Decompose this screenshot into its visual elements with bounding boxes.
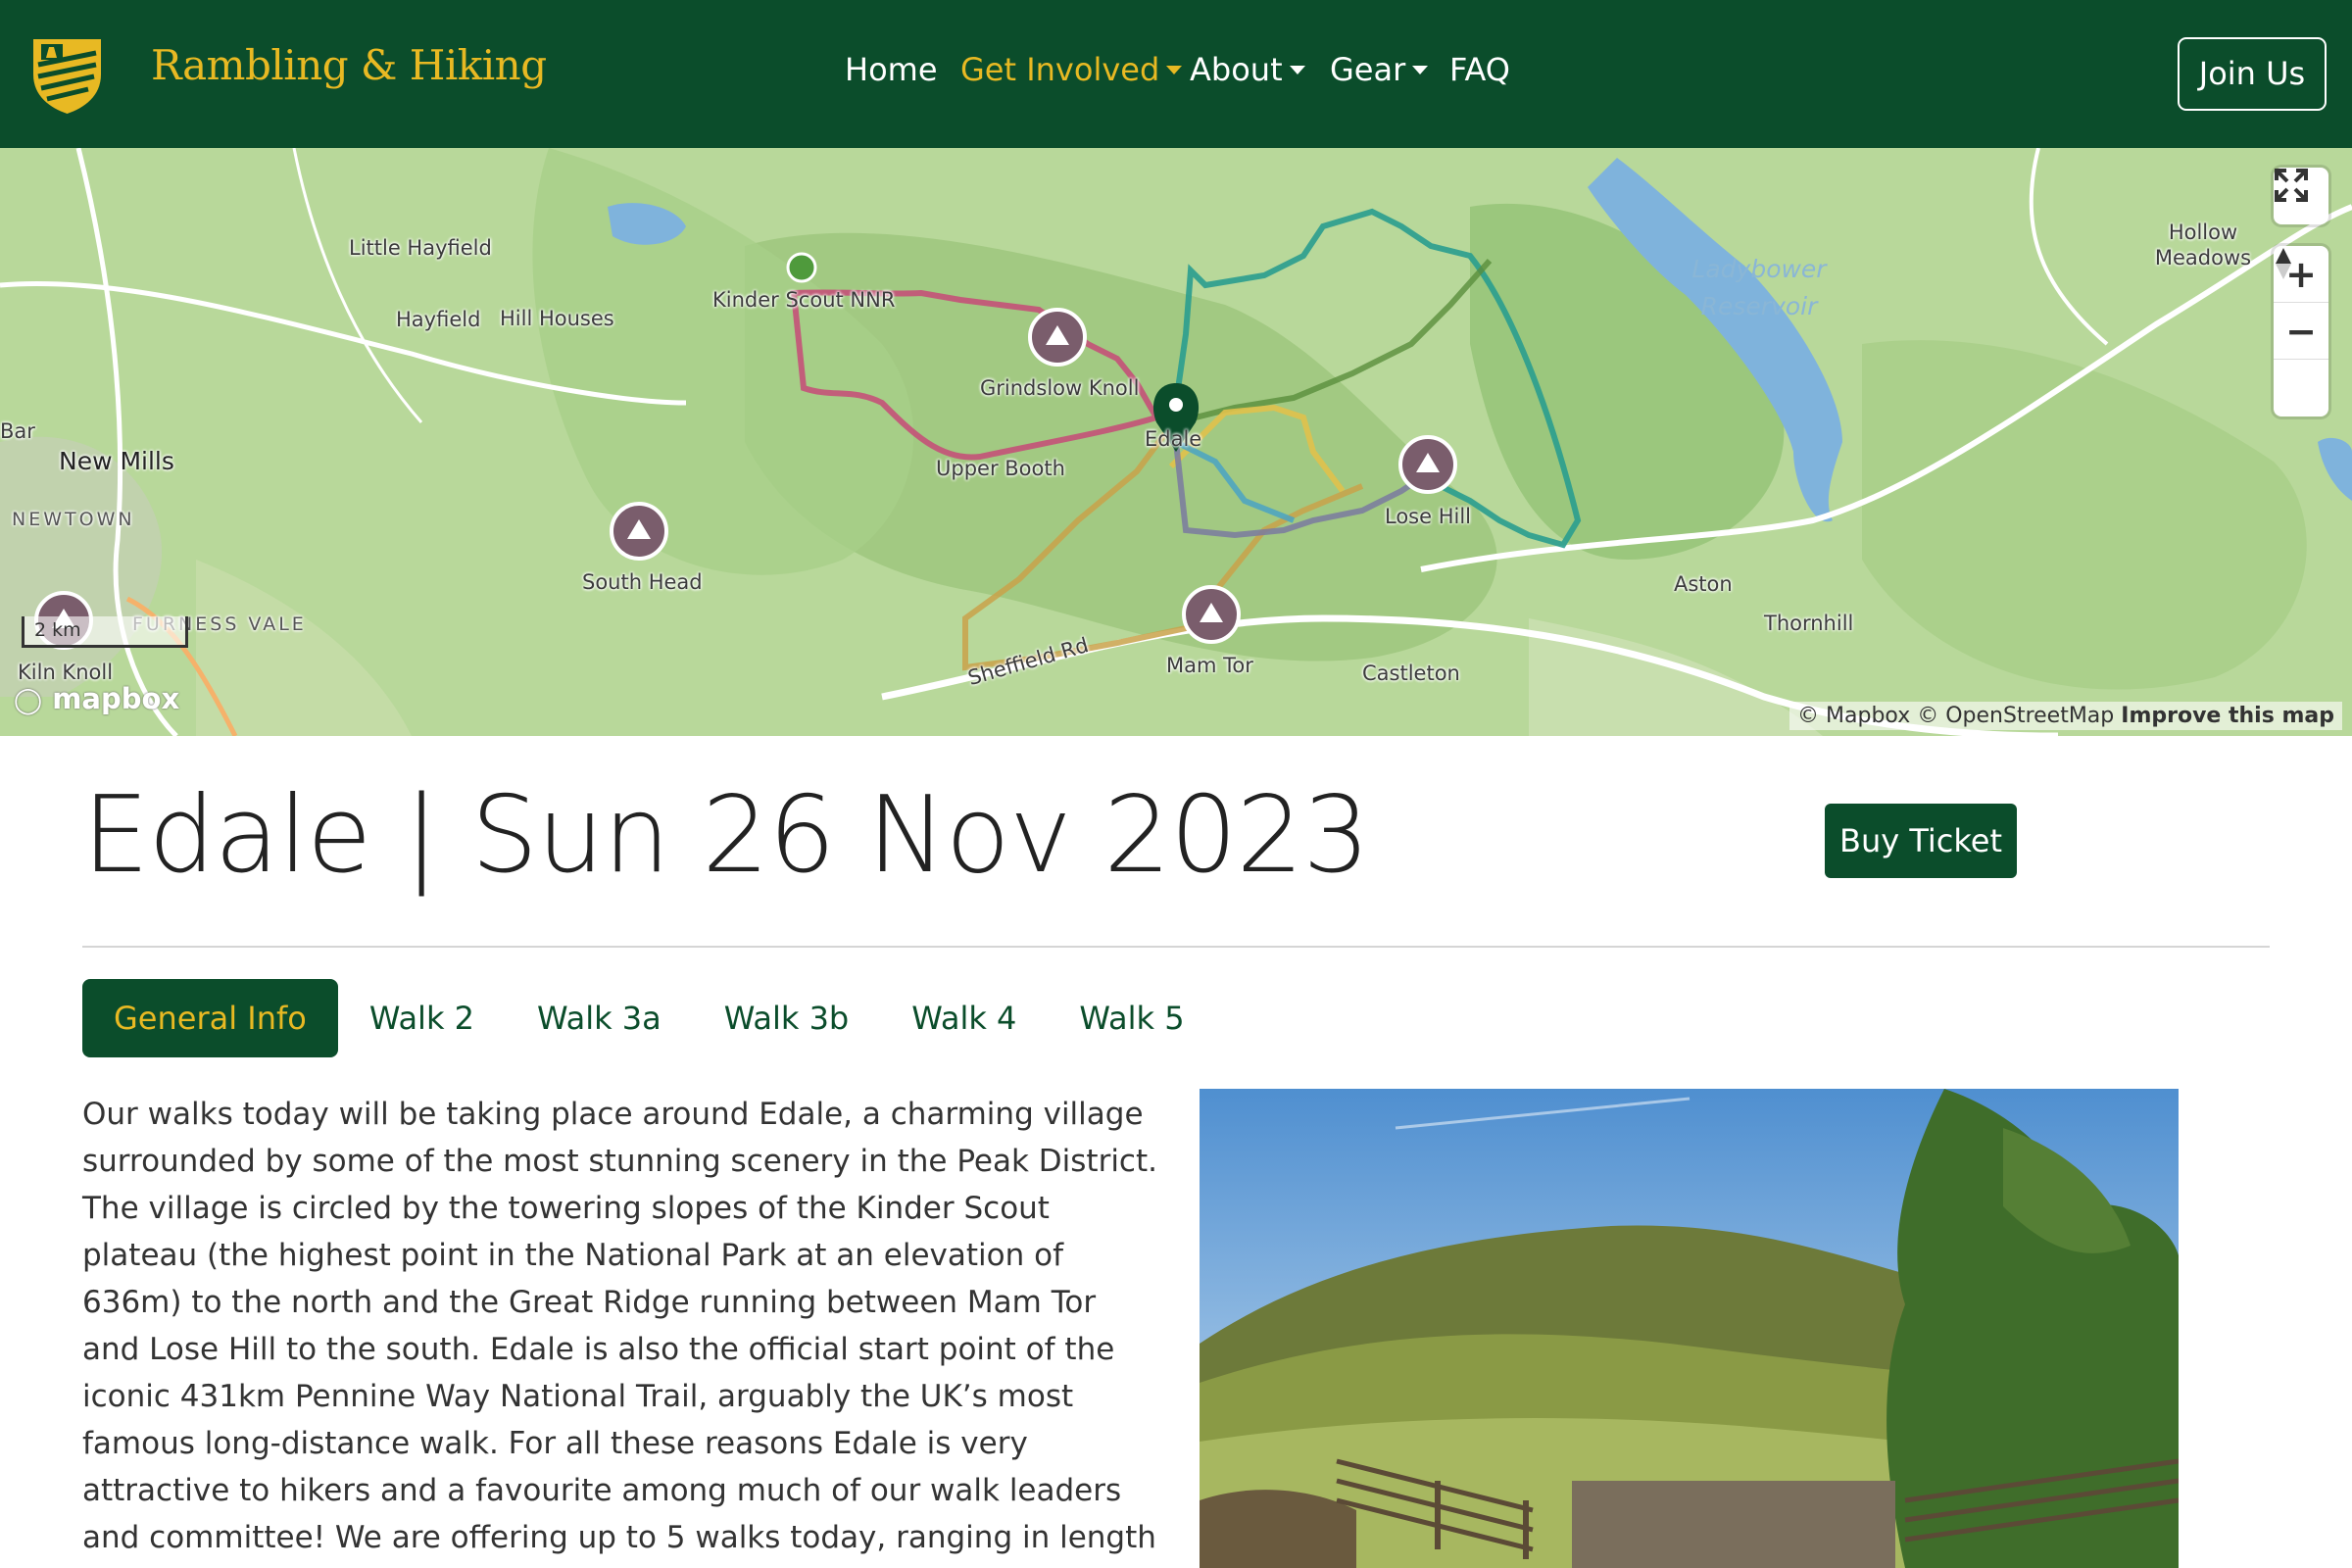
divider (82, 946, 2270, 948)
peak-marker-south-head-icon[interactable] (610, 502, 668, 561)
map-label: NEWTOWN (12, 509, 135, 530)
caret-down-icon (1412, 66, 1429, 74)
mapbox-logo-text: mapbox (52, 682, 180, 715)
attribution-text[interactable]: © Mapbox © OpenStreetMap (1797, 704, 2114, 728)
map-label: Ladybower Reservoir (1691, 255, 1827, 320)
nav-about[interactable]: About (1190, 51, 1305, 88)
map-label: Hollow Meadows (2154, 220, 2252, 270)
map-label: Lose Hill (1385, 505, 1472, 528)
map-label: Hayfield (396, 308, 481, 331)
map-label: Kinder Scout NNR (712, 288, 896, 312)
map-label: Upper Booth (936, 457, 1065, 480)
page-title: Edale | Sun 26 Nov 2023 (82, 774, 1370, 897)
peak-marker-mam-tor-icon[interactable] (1182, 585, 1241, 644)
zoom-controls: + − (2274, 246, 2328, 416)
map-label: New Mills (59, 447, 174, 475)
walk-tabs: General Info Walk 2 Walk 3a Walk 3b Walk… (82, 979, 1216, 1057)
shield-logo-icon[interactable] (29, 35, 105, 116)
map-label: Aston (1674, 572, 1733, 596)
caret-down-icon (1289, 66, 1305, 74)
map-label: Bar (0, 419, 35, 443)
tab-general-info[interactable]: General Info (82, 979, 338, 1057)
compass-icon[interactable] (2274, 248, 2328, 416)
join-us-button[interactable]: Join Us (2178, 37, 2327, 111)
tab-walk-2[interactable]: Walk 2 (338, 979, 506, 1057)
fullscreen-icon[interactable] (2274, 168, 2328, 224)
route-map[interactable]: Little Hayfield Hayfield Hill Houses Kin… (0, 148, 2352, 736)
nav-faq[interactable]: FAQ (1449, 51, 1510, 88)
peak-marker-grindslow-icon[interactable] (1028, 308, 1087, 367)
map-label: Edale (1145, 427, 1202, 451)
nav-home[interactable]: Home (845, 51, 938, 88)
nav-home-label: Home (845, 51, 938, 88)
map-attribution: © Mapbox © OpenStreetMap Improve this ma… (1789, 702, 2342, 730)
nav-gear-label: Gear (1330, 51, 1406, 88)
map-label: South Head (582, 570, 703, 594)
map-label: Mam Tor (1166, 654, 1253, 677)
map-label: Castleton (1362, 662, 1460, 685)
map-scale: 2 km (22, 616, 188, 648)
nav-about-label: About (1190, 51, 1283, 88)
intro-paragraph: Our walks today will be taking place aro… (82, 1097, 1157, 1568)
map-label: Little Hayfield (349, 236, 492, 260)
fullscreen-control (2274, 168, 2328, 224)
tab-walk-3b[interactable]: Walk 3b (693, 979, 880, 1057)
nav-get-involved-label: Get Involved (960, 51, 1160, 88)
map-label: Kiln Knoll (18, 661, 114, 684)
buy-ticket-button[interactable]: Buy Ticket (1825, 804, 2017, 878)
nav-gear[interactable]: Gear (1330, 51, 1429, 88)
nav-faq-label: FAQ (1449, 51, 1510, 88)
map-label: Hill Houses (500, 307, 614, 330)
top-navbar: Rambling & Hiking Home Get Involved Abou… (0, 0, 2352, 148)
improve-map-link[interactable]: Improve this map (2121, 704, 2334, 728)
edale-landscape-photo (1200, 1089, 2179, 1568)
map-label: Grindslow Knoll (980, 376, 1140, 400)
zoom-out-icon[interactable]: − (2274, 303, 2328, 360)
tab-walk-5[interactable]: Walk 5 (1048, 979, 1215, 1057)
tab-walk-3a[interactable]: Walk 3a (506, 979, 693, 1057)
map-label: Thornhill (1764, 612, 1854, 635)
caret-down-icon (1166, 66, 1183, 74)
tab-walk-4[interactable]: Walk 4 (880, 979, 1048, 1057)
mapbox-logo[interactable]: ◯ mapbox (14, 682, 179, 715)
nav-get-involved[interactable]: Get Involved (960, 51, 1183, 88)
mapbox-logo-icon: ◯ (14, 686, 43, 715)
peak-marker-lose-hill-icon[interactable] (1398, 435, 1457, 494)
brand-name[interactable]: Rambling & Hiking (151, 41, 547, 89)
